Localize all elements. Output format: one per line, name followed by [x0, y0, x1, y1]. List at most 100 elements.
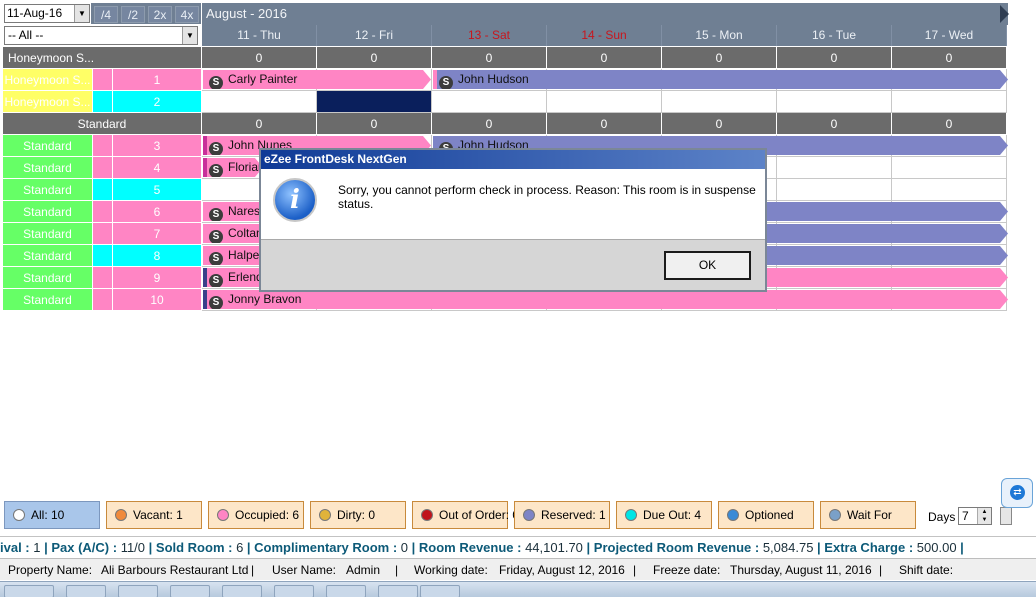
room-number[interactable]: 8	[113, 245, 202, 267]
room-revenue-label: | Room Revenue :	[408, 540, 526, 555]
day-cell[interactable]	[892, 179, 1007, 201]
booking-bar[interactable]: S Jonny Bravon	[203, 290, 1008, 309]
status-dot-icon	[217, 509, 229, 521]
booking-bar[interactable]: S Florian	[203, 158, 263, 177]
chevron-down-icon[interactable]: ▼	[74, 5, 89, 22]
booking-bar[interactable]: S John Hudson	[433, 70, 1008, 89]
day-cell[interactable]	[317, 91, 432, 113]
room-type: Standard	[3, 223, 93, 245]
property-value: Ali Barbours Restaurant Ltd	[101, 563, 249, 577]
room-status-indicator	[93, 135, 113, 157]
room-number[interactable]: 5	[113, 179, 202, 201]
availability-count: 0	[662, 47, 777, 69]
room-status-indicator	[93, 289, 113, 311]
days-apply-button[interactable]	[1000, 507, 1012, 525]
day-cell[interactable]	[432, 91, 547, 113]
spinner-icon[interactable]: ▲ ▼	[977, 508, 991, 524]
availability-count: 0	[202, 113, 317, 135]
availability-count: 0	[777, 113, 892, 135]
guest-name: Florian	[228, 160, 263, 174]
guest-name: John Hudson	[458, 72, 529, 86]
day-cell[interactable]	[777, 179, 892, 201]
pax-value: 11/0	[120, 540, 146, 555]
day-header: 12 - Fri	[317, 25, 432, 46]
room-number[interactable]: 4	[113, 157, 202, 179]
date-picker[interactable]: 11-Aug-16 ▼	[4, 4, 90, 23]
days-value: 7	[962, 509, 969, 523]
taskbar-item[interactable]	[274, 585, 314, 597]
room-number[interactable]: 6	[113, 201, 202, 223]
booking-marker	[433, 70, 437, 89]
zoom-2x-button[interactable]: 2x	[148, 6, 172, 23]
room-number[interactable]: 7	[113, 223, 202, 245]
room-number[interactable]: 3	[113, 135, 202, 157]
day-cell[interactable]	[662, 91, 777, 113]
room-number[interactable]: 2	[113, 91, 202, 113]
day-header: 13 - Sat	[432, 25, 547, 46]
filter-button[interactable]: Occupied: 6	[208, 501, 304, 529]
room-type: Standard	[3, 267, 93, 289]
taskbar-item[interactable]	[378, 585, 418, 597]
room-type: Standard	[3, 157, 93, 179]
start-button[interactable]	[4, 585, 54, 597]
room-number[interactable]: 1	[113, 69, 202, 91]
chevron-down-icon[interactable]: ▼	[182, 27, 197, 44]
filter-button[interactable]: Due Out: 4	[616, 501, 712, 529]
booking-bar[interactable]: S Carly Painter	[203, 70, 431, 89]
filter-button[interactable]: Wait For	[820, 501, 916, 529]
zoom-quarter-button[interactable]: /4	[94, 6, 118, 23]
day-cell[interactable]	[892, 91, 1007, 113]
zoom-4x-button[interactable]: 4x	[175, 6, 199, 23]
room-type-filter[interactable]: -- All -- ▼	[4, 26, 198, 45]
complimentary-value: 0	[400, 540, 409, 555]
day-cell[interactable]	[202, 91, 317, 113]
filter-label: Dirty: 0	[337, 508, 376, 522]
filter-label: All: 10	[31, 508, 65, 522]
taskbar-item[interactable]	[222, 585, 262, 597]
filter-button[interactable]: Optioned	[718, 501, 814, 529]
status-separator: |	[633, 563, 637, 577]
taskbar-item[interactable]	[66, 585, 106, 597]
next-arrow-icon[interactable]	[1000, 5, 1009, 23]
day-cell[interactable]	[892, 157, 1007, 179]
filter-button[interactable]: Dirty: 0	[310, 501, 406, 529]
filter-label: Due Out: 4	[643, 508, 702, 522]
status-dot-icon	[523, 509, 535, 521]
room-type: Standard	[3, 201, 93, 223]
room-number[interactable]: 9	[113, 267, 202, 289]
extra-charge-label: | Extra Charge :	[813, 540, 917, 555]
availability-count: 0	[317, 47, 432, 69]
taskbar-item[interactable]	[420, 585, 460, 597]
dialog-title: eZee FrontDesk NextGen	[261, 150, 765, 169]
teamviewer-icon[interactable]: ⇄	[1001, 478, 1033, 508]
room-type: Standard	[3, 135, 93, 157]
booking-status-icon: S	[209, 252, 223, 265]
availability-count: 0	[432, 47, 547, 69]
availability-count: 0	[547, 47, 662, 69]
taskbar-item[interactable]	[170, 585, 210, 597]
availability-count: 0	[892, 113, 1007, 135]
filter-button[interactable]: Reserved: 1	[514, 501, 610, 529]
filter-button[interactable]: All: 10	[4, 501, 100, 529]
day-cell[interactable]	[777, 91, 892, 113]
ok-button[interactable]: OK	[664, 251, 751, 280]
room-type: Standard	[3, 289, 93, 311]
days-stepper[interactable]: 7 ▲ ▼	[958, 507, 992, 525]
room-type-value: -- All --	[8, 28, 44, 42]
zoom-half-button[interactable]: /2	[121, 6, 145, 23]
month-header: August - 2016	[202, 3, 1009, 25]
room-type: Honeymoon S...	[3, 91, 93, 113]
room-number[interactable]: 10	[113, 289, 202, 311]
status-dot-icon	[829, 509, 841, 521]
pax-label: | Pax (A/C) :	[40, 540, 121, 555]
day-header: 16 - Tue	[777, 25, 892, 46]
filter-button[interactable]: Out of Order: 0	[412, 501, 519, 529]
filter-button[interactable]: Vacant: 1	[106, 501, 202, 529]
filter-label: Wait For	[847, 508, 892, 522]
day-cell[interactable]	[547, 91, 662, 113]
projected-revenue-value: 5,084.75	[762, 540, 814, 555]
taskbar-item[interactable]	[326, 585, 366, 597]
day-cell[interactable]	[777, 157, 892, 179]
taskbar-item[interactable]	[118, 585, 158, 597]
zoom-toolbar: /4 /2 2x 4x	[91, 3, 201, 24]
